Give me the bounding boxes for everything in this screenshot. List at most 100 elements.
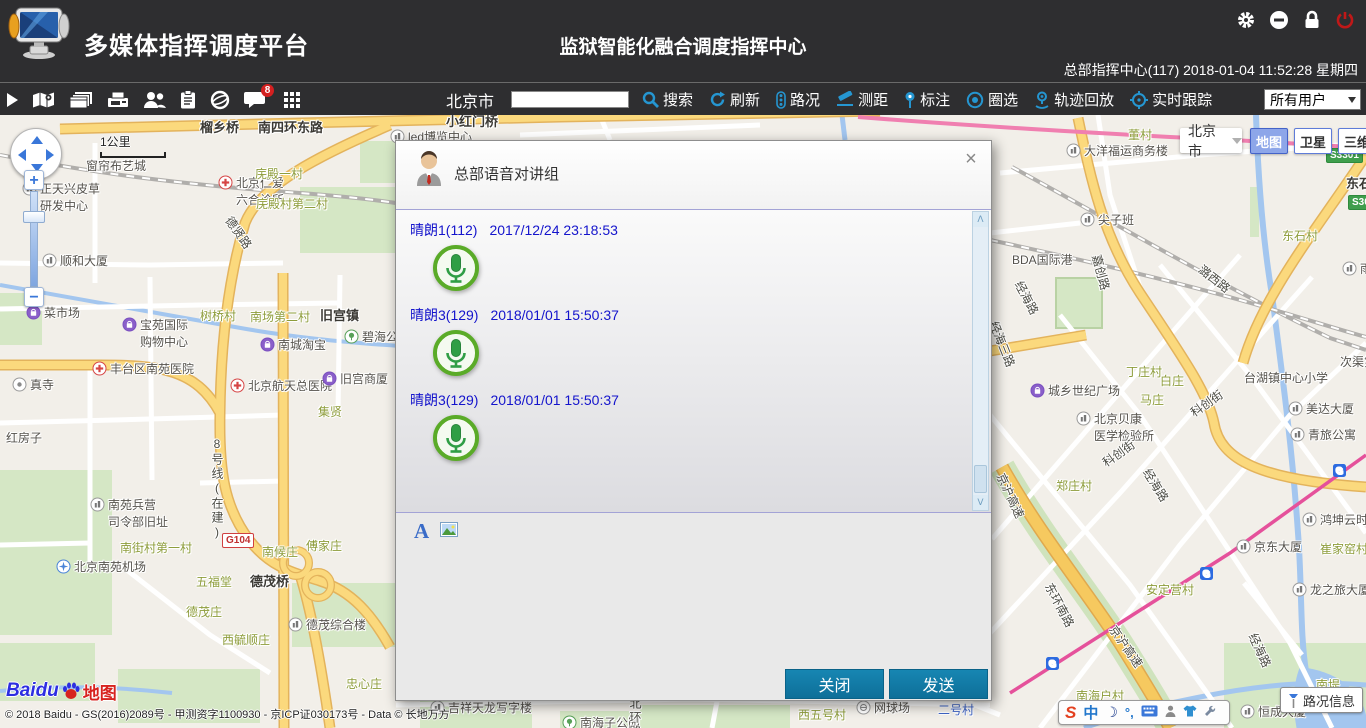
view-map-button[interactable]: 地图: [1250, 128, 1288, 154]
map-label: 丁庄村: [1126, 365, 1162, 379]
traffic-light-icon: [776, 91, 786, 109]
bldg-icon: [1302, 512, 1317, 527]
wrench-icon[interactable]: [1204, 704, 1216, 722]
refresh-button[interactable]: 刷新: [709, 89, 760, 110]
map-label: 南街村第一村: [120, 541, 192, 555]
park-icon: [344, 329, 359, 344]
zoom-in-button[interactable]: +: [24, 170, 44, 190]
close-icon[interactable]: ×: [961, 149, 981, 169]
search-button[interactable]: 搜索: [642, 89, 693, 110]
map-label-row: 西五号村: [798, 708, 846, 722]
map-label-text: 集贤: [318, 405, 342, 419]
map-label-text: 司令部旧址: [108, 515, 168, 529]
pan-left-icon[interactable]: [18, 149, 26, 161]
scroll-down-icon[interactable]: ᐯ: [973, 495, 988, 510]
lock-icon[interactable]: [1301, 9, 1323, 31]
sogou-logo-icon[interactable]: S: [1065, 704, 1076, 722]
map-pin-icon[interactable]: [32, 91, 56, 109]
map-label-row: 经海路: [1140, 466, 1171, 504]
chat-bubble-icon[interactable]: 8: [244, 89, 270, 110]
map-label: 董村: [1128, 128, 1152, 142]
track-pin-icon: [1034, 91, 1050, 109]
view-3d-button[interactable]: 三维: [1338, 128, 1366, 154]
zoom-slider-handle[interactable]: [23, 211, 45, 223]
clipboard-icon[interactable]: [180, 90, 196, 109]
crosshair-icon: [1130, 91, 1148, 109]
mark-button[interactable]: 标注: [904, 89, 950, 110]
hosp-icon: [230, 378, 245, 393]
traffic-info-button[interactable]: 路况信息: [1280, 687, 1363, 713]
map-label-text: 南场第二村: [250, 310, 310, 324]
font-icon[interactable]: A: [414, 521, 429, 542]
map-label: 马庄: [1140, 393, 1164, 407]
play-icon[interactable]: [6, 92, 19, 108]
map-label-text: 尖子班: [1098, 213, 1134, 227]
map-label: 德茂综合楼: [288, 617, 366, 635]
bldg-icon: [1236, 539, 1251, 554]
user-filter-dropdown[interactable]: 所有用户: [1264, 89, 1361, 110]
map-label-text: 京东大厦: [1254, 540, 1302, 554]
zoom-out-button[interactable]: −: [24, 287, 44, 307]
search-input[interactable]: [511, 91, 629, 108]
compose-area[interactable]: [396, 549, 991, 667]
map-label: 庑殿村第二村: [256, 197, 328, 211]
keyboard-icon[interactable]: [1141, 704, 1158, 722]
map-label-text: 小红门桥: [446, 115, 498, 129]
map-label-row: 龙之旅大厦: [1292, 582, 1366, 597]
voice-play-button[interactable]: [432, 329, 480, 380]
map-label: 南场第二村: [250, 310, 310, 324]
moon-icon[interactable]: ☽: [1105, 704, 1118, 721]
voice-play-button[interactable]: [432, 414, 480, 465]
zoom-slider-track[interactable]: [30, 191, 38, 287]
minimize-icon[interactable]: [1268, 9, 1290, 31]
map-label: 北京南苑机场: [56, 559, 146, 577]
voice-play-button[interactable]: [432, 244, 480, 295]
scroll-up-icon[interactable]: ᐱ: [973, 212, 988, 227]
skin-shirt-icon[interactable]: [1183, 704, 1197, 722]
pan-up-icon[interactable]: [31, 136, 43, 144]
map-label-text: 美达大厦: [1306, 402, 1354, 416]
insert-image-icon[interactable]: [440, 522, 458, 540]
message-time: 2018/01/01 15:50:37: [490, 392, 618, 408]
map-label-row: 顺和大厦: [42, 253, 108, 268]
map-label-row: 嘉创路: [1089, 253, 1112, 291]
map-label-text: 五福堂: [196, 575, 232, 589]
map-label-row: 南苑兵营: [90, 497, 156, 512]
windows-layers-icon[interactable]: [69, 91, 93, 109]
track-playback-button[interactable]: 轨迹回放: [1034, 89, 1114, 110]
view-satellite-button[interactable]: 卫星: [1294, 128, 1332, 154]
ime-toolbar[interactable]: S 中 ☽ °,: [1058, 700, 1230, 725]
scrollbar-thumb[interactable]: [974, 465, 987, 493]
send-button[interactable]: 发送: [889, 669, 988, 699]
power-icon[interactable]: [1334, 9, 1356, 31]
pan-right-icon[interactable]: [46, 149, 54, 161]
map-label-row: 北京航天总医院: [230, 378, 332, 393]
map-label-text: 鸿坤云时代: [1320, 513, 1366, 527]
realtime-follow-button[interactable]: 实时跟踪: [1130, 89, 1212, 110]
traffic-button[interactable]: 路况: [776, 89, 820, 110]
punctuation-toggle[interactable]: °,: [1125, 705, 1134, 720]
map-label-text: 窗帘布艺城: [86, 159, 146, 173]
grid-apps-icon[interactable]: [283, 91, 301, 109]
map-label-row: 南街村第一村: [120, 541, 192, 555]
map-label-row: 台湖镇中心小学: [1244, 371, 1328, 385]
circle-select-button[interactable]: 圈选: [966, 89, 1018, 110]
ime-language-toggle[interactable]: 中: [1083, 702, 1098, 723]
settings-gear-icon[interactable]: [1235, 9, 1257, 31]
fax-icon[interactable]: [106, 91, 130, 109]
map-label-row: 董村: [1128, 128, 1152, 142]
user-icon[interactable]: [1165, 704, 1176, 722]
message-scrollbar[interactable]: ᐱ ᐯ: [972, 211, 989, 511]
map-label-text: 潞西路: [1196, 262, 1233, 295]
map-label-row: 南候庄: [262, 545, 298, 559]
map-label: 树桥村: [200, 309, 236, 323]
map-label-text: 旧宫镇: [320, 309, 359, 323]
measure-button[interactable]: 测距: [836, 89, 888, 110]
map-label-text: 树桥村: [200, 309, 236, 323]
ie-browser-icon[interactable]: [209, 90, 231, 110]
map-label: 二号村: [938, 703, 974, 717]
close-button[interactable]: 关闭: [785, 669, 884, 699]
map-city-selector[interactable]: 北京市: [1180, 128, 1242, 153]
map-label-text: 真寺: [30, 378, 54, 392]
users-icon[interactable]: [143, 91, 167, 109]
